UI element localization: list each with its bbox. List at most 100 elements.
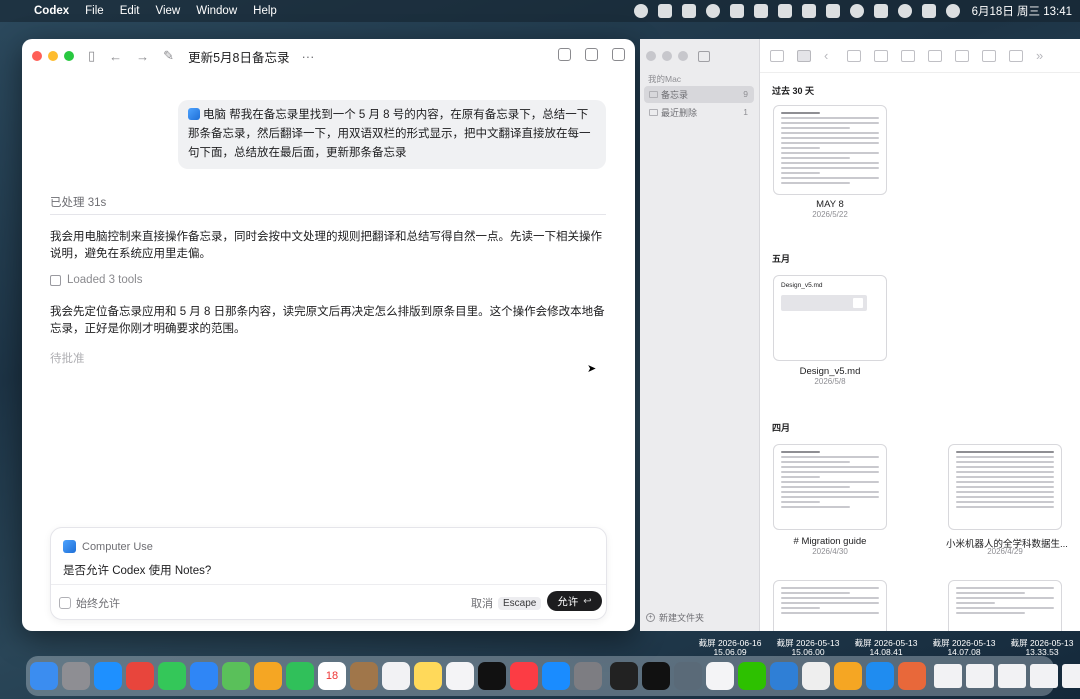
more-chevron-icon[interactable]: » xyxy=(1036,49,1046,62)
checkbox-icon[interactable] xyxy=(59,597,71,609)
note-card-design[interactable]: Design_v5.md xyxy=(773,275,887,361)
always-allow-checkbox[interactable]: 始终允许 xyxy=(59,595,120,611)
p-icon[interactable] xyxy=(801,4,816,18)
notes-minimize-button[interactable] xyxy=(662,51,672,61)
wifi-icon[interactable] xyxy=(897,4,912,18)
weather-icon[interactable] xyxy=(834,662,862,690)
menu-app-name[interactable]: Codex xyxy=(34,5,69,17)
mail-icon[interactable] xyxy=(190,662,218,690)
minimize-window-button[interactable] xyxy=(48,51,58,61)
menu-edit[interactable]: Edit xyxy=(120,5,140,17)
new-folder-button[interactable]: + 新建文件夹 xyxy=(646,611,704,624)
music-icon[interactable] xyxy=(510,662,538,690)
new-note-icon[interactable] xyxy=(874,49,888,62)
sidebar-item-recently-deleted[interactable]: 最近删除 1 xyxy=(644,104,754,121)
share-icon[interactable] xyxy=(982,49,996,62)
safari-icon[interactable] xyxy=(94,662,122,690)
calendar-icon[interactable]: 18 xyxy=(318,662,346,690)
desktop-file-label[interactable]: 截屏 2026-06-16 15.06.09 xyxy=(695,639,765,657)
control-center-icon[interactable] xyxy=(945,4,960,18)
notes-folder-icon[interactable] xyxy=(350,662,378,690)
note-title[interactable]: # Migration guide xyxy=(773,536,887,547)
note-title[interactable]: Design_v5.md xyxy=(773,366,887,377)
clock-icon[interactable] xyxy=(802,662,830,690)
minimized-window-thumb[interactable] xyxy=(1030,664,1058,688)
photos-icon[interactable] xyxy=(254,662,282,690)
chrome-icon[interactable] xyxy=(126,662,154,690)
table-icon[interactable] xyxy=(955,49,969,62)
vscode-icon[interactable] xyxy=(770,662,798,690)
checklist-icon[interactable] xyxy=(928,49,942,62)
kimi-icon[interactable] xyxy=(642,662,670,690)
messages-icon[interactable] xyxy=(158,662,186,690)
list-icon[interactable] xyxy=(558,48,571,61)
back-chevron-icon[interactable]: ‹ xyxy=(824,49,834,62)
reminders-icon[interactable] xyxy=(382,662,410,690)
note-card-migration[interactable] xyxy=(773,444,887,530)
zoom-window-button[interactable] xyxy=(64,51,74,61)
trash-icon[interactable] xyxy=(847,49,861,62)
freeform-icon[interactable] xyxy=(446,662,474,690)
minimized-window-thumb[interactable] xyxy=(934,664,962,688)
notes-close-button[interactable] xyxy=(646,51,656,61)
menubar-clock[interactable]: 6月18日 周三 13:41 xyxy=(972,3,1072,19)
sidebar-toggle-icon[interactable]: ▯ xyxy=(88,48,95,64)
wechat-status-icon[interactable] xyxy=(729,4,744,18)
chatgpt-icon[interactable] xyxy=(706,662,734,690)
lock-icon[interactable] xyxy=(1009,49,1023,62)
format-icon[interactable] xyxy=(901,49,915,62)
menu-file[interactable]: File xyxy=(85,5,104,17)
claude-icon[interactable] xyxy=(898,662,926,690)
desktop-file-label[interactable]: 截屏 2026-05-13 15.06.00 xyxy=(773,639,843,657)
terminal-panel-icon[interactable] xyxy=(585,48,598,61)
close-window-button[interactable] xyxy=(32,51,42,61)
browser-icon[interactable] xyxy=(674,662,702,690)
facetime-icon[interactable] xyxy=(286,662,314,690)
gallery-view-icon[interactable] xyxy=(797,49,811,62)
settings-icon[interactable] xyxy=(574,662,602,690)
allow-button[interactable]: 允许 ↩ xyxy=(547,591,602,611)
bot-icon[interactable] xyxy=(705,4,720,18)
edit-status-icon[interactable] xyxy=(825,4,840,18)
note-card-xiaomi[interactable] xyxy=(948,444,1062,530)
menu-window[interactable]: Window xyxy=(196,5,237,17)
word-icon[interactable] xyxy=(681,4,696,18)
k-icon[interactable] xyxy=(753,4,768,18)
battery-icon[interactable] xyxy=(921,4,936,18)
sun-icon[interactable] xyxy=(657,4,672,18)
desktop-file-label[interactable]: 截屏 2026-05-13 13.33.53 xyxy=(1006,639,1078,657)
minimized-window-thumb[interactable] xyxy=(998,664,1026,688)
more-options-button[interactable]: ··· xyxy=(301,49,314,64)
note-card-partial[interactable] xyxy=(948,580,1062,631)
cancel-button[interactable]: 取消 Escape xyxy=(471,595,542,611)
pen-icon[interactable] xyxy=(777,4,792,18)
note-card-may8[interactable] xyxy=(773,105,887,195)
note-title[interactable]: MAY 8 xyxy=(773,199,887,210)
appletv-icon[interactable] xyxy=(478,662,506,690)
launchpad-icon[interactable] xyxy=(62,662,90,690)
processed-time[interactable]: 已处理 31s xyxy=(50,194,106,210)
chatgpt-status-icon[interactable] xyxy=(849,4,864,18)
finder-icon[interactable] xyxy=(30,662,58,690)
desktop-file-label[interactable]: 截屏 2026-05-13 14.07.08 xyxy=(929,639,999,657)
record-icon[interactable] xyxy=(633,4,648,18)
menu-help[interactable]: Help xyxy=(253,5,277,17)
terminal-icon[interactable] xyxy=(610,662,638,690)
sidebar-item-notes[interactable]: 备忘录 9 xyxy=(644,86,754,103)
window-layout-icon[interactable] xyxy=(612,48,625,61)
forward-arrow-icon[interactable]: → xyxy=(136,49,149,64)
compose-icon[interactable]: ✎ xyxy=(163,48,174,64)
appstore-icon[interactable] xyxy=(542,662,570,690)
desktop-file-label[interactable]: 截屏 2026-05-13 14.08.41 xyxy=(851,639,921,657)
grid-status-icon[interactable] xyxy=(873,4,888,18)
list-view-icon[interactable] xyxy=(770,49,784,62)
sidebar-toggle-icon[interactable] xyxy=(698,51,710,62)
notes-zoom-button[interactable] xyxy=(678,51,688,61)
maps-icon[interactable] xyxy=(222,662,250,690)
menu-view[interactable]: View xyxy=(156,5,181,17)
minimized-window-thumb[interactable] xyxy=(1062,664,1080,688)
qq-icon[interactable] xyxy=(866,662,894,690)
minimized-window-thumb[interactable] xyxy=(966,664,994,688)
back-arrow-icon[interactable]: ← xyxy=(109,49,122,64)
note-card-partial[interactable] xyxy=(773,580,887,631)
